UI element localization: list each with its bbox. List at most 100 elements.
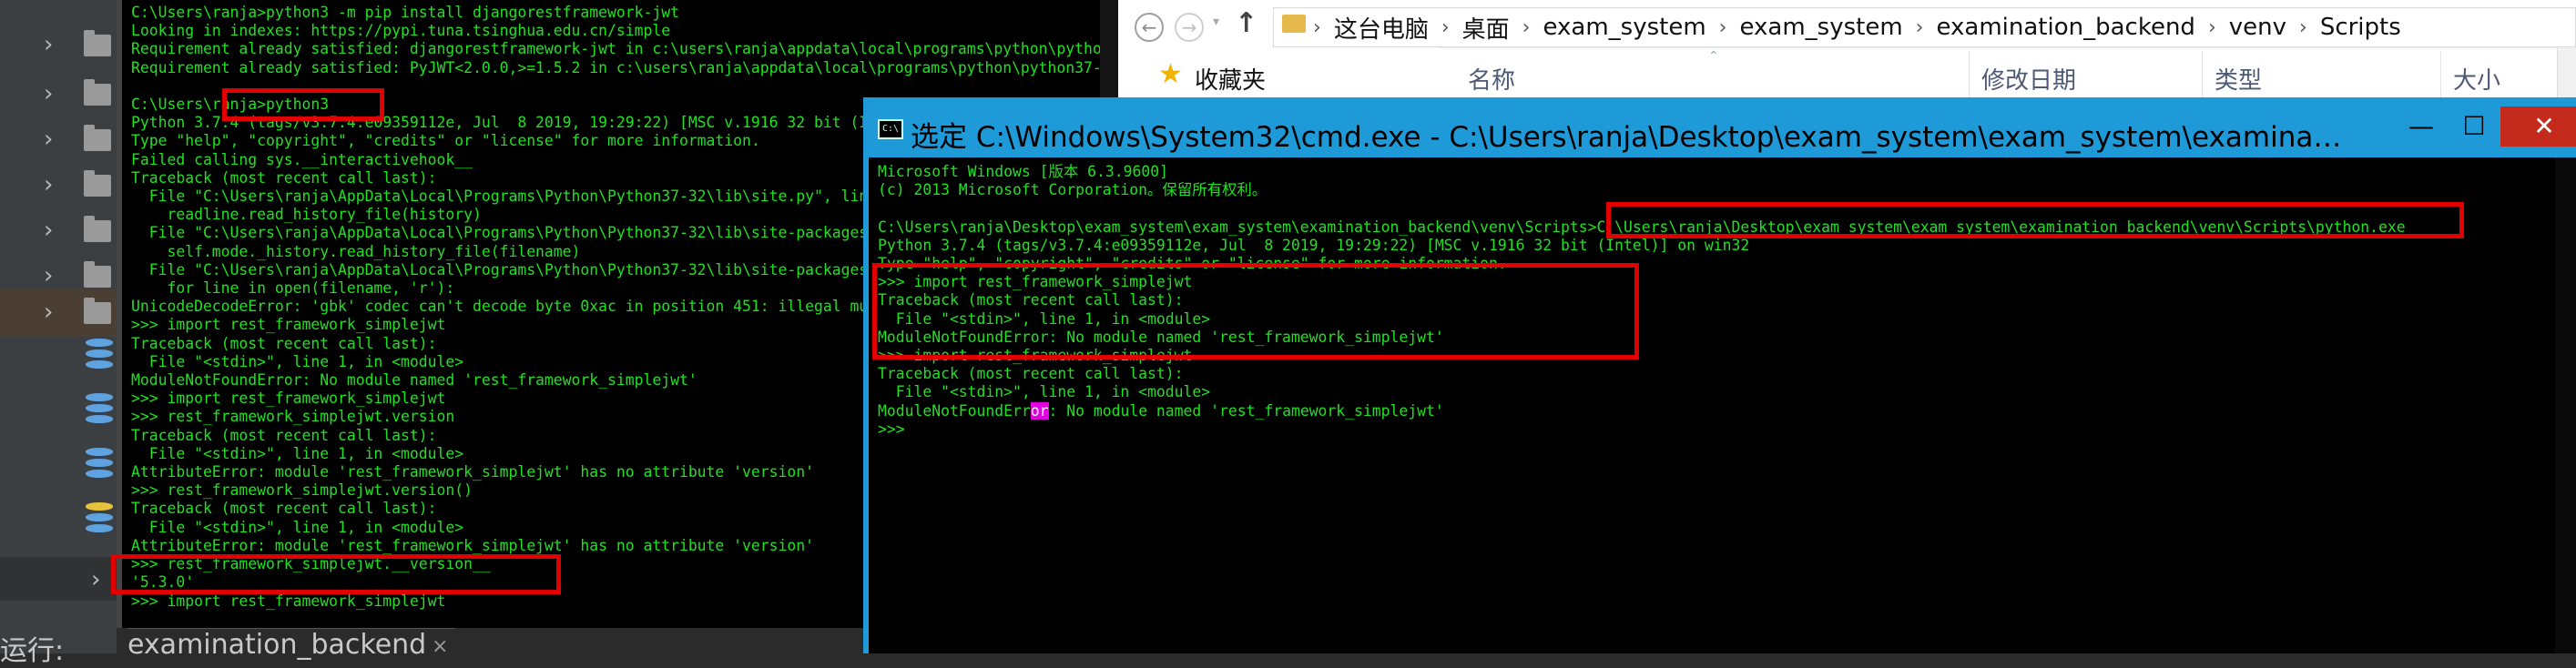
chevron-right-icon[interactable]: › [44,33,60,56]
console-line: Traceback (most recent call last): [131,426,437,444]
folder-icon [84,30,111,56]
folder-icon [1282,15,1306,33]
text-selection[interactable]: or [1030,401,1049,420]
console-line: >>> import rest_framework_simplejwt [131,592,446,610]
chevron-right-icon[interactable]: › [44,127,60,151]
console-line: for line in open(filename, 'r'): [167,279,455,298]
column-header-size[interactable]: 大小 [2453,62,2500,96]
tree-row[interactable]: › [0,71,117,118]
chevron-right-icon[interactable]: › [44,264,60,288]
breadcrumb-separator-icon[interactable]: › [2299,16,2307,39]
tree-row[interactable]: › [0,207,117,255]
breadcrumb-item[interactable]: exam_system [1739,14,1902,41]
database-icon [86,448,113,479]
python-file-icon [86,502,113,533]
column-divider[interactable] [2202,51,2203,100]
console-line: File "<stdin>", line 1, in <module> [148,518,464,536]
database-icon [86,393,113,424]
minimize-button[interactable]: — [2395,106,2448,147]
folder-icon [84,170,111,197]
console-line: >>> rest_framework_simplejwt.version [131,408,455,426]
python-prompt[interactable]: >>> [878,420,905,438]
tree-row[interactable]: › [0,22,117,69]
chevron-down-icon[interactable]: ▾ [1213,15,1219,29]
cmd-window-selected[interactable]: C:\ 选定 C:\Windows\System32\cmd.exe - C:\… [863,97,2576,653]
database-icon [86,339,113,369]
breadcrumb-item[interactable]: exam_system [1543,14,1705,41]
tree-row[interactable]: › [0,116,117,164]
run-tab-examination-backend[interactable]: examination_backend [127,628,455,661]
console-line: readline.read_history_file(history) [167,206,482,224]
console-line: Failed calling sys.__interactivehook__ [131,150,473,168]
console-line: Traceback (most recent call last): [131,168,437,187]
up-arrow-icon[interactable]: ↑ [1235,7,1257,39]
console-line: >>> rest_framework_simplejwt.version() [131,481,473,500]
tree-row-selected[interactable]: › [0,289,117,337]
chevron-right-icon[interactable]: › [44,82,60,106]
breadcrumb-item[interactable]: Scripts [2320,14,2401,41]
console-line: File "<stdin>", line 1, in <module> [148,352,464,370]
close-button[interactable]: ✕ [2500,106,2576,147]
console-line: (c) 2013 Microsoft Corporation。保留所有权利。 [878,181,1268,199]
highlight-box-python-exe-path [1606,202,2464,238]
console-line: Type "help", "copyright", "credits" or "… [131,132,760,150]
console-line: Requirement already satisfied: PyJWT<2.0… [131,58,1118,76]
folder-icon [84,216,111,242]
breadcrumb-separator-icon[interactable]: › [2208,16,2216,39]
breadcrumb-item[interactable]: 桌面 [1462,11,1510,45]
folder-icon [84,79,111,106]
breadcrumb-item[interactable]: venv [2229,14,2286,41]
breadcrumb-item[interactable]: 这台电脑 [1334,11,1429,45]
console-line: Python 3.7.4 (tags/v3.7.4:e09359112e, Ju… [878,236,1750,254]
column-header-type[interactable]: 类型 [2215,62,2262,96]
chevron-right-icon[interactable]: › [44,173,60,197]
breadcrumb-separator-icon[interactable]: › [1441,16,1450,39]
console-line: AttributeError: module 'rest_framework_s… [131,536,814,554]
console-line: >>> import rest_framework_simplejwt [131,390,446,408]
ide-project-panel: › › › › › › › › [0,0,117,653]
console-line: ModuleNotFoundErr [878,401,1031,420]
column-divider[interactable] [2440,51,2441,100]
window-titlebar[interactable]: C:\ 选定 C:\Windows\System32\cmd.exe - C:\… [869,103,2576,157]
back-arrow-icon[interactable]: ← [1135,13,1164,42]
favorites-label[interactable]: 收藏夹 [1195,62,1266,96]
breadcrumb-item[interactable]: examination_backend [1936,14,2194,41]
console-line: AttributeError: module 'rest_framework_s… [131,463,814,481]
console-line: Traceback (most recent call last): [878,365,1184,383]
column-divider[interactable] [1969,51,1970,100]
folder-icon [84,261,111,288]
console-line: File "<stdin>", line 1, in <module> [895,383,1211,401]
breadcrumb-separator-icon[interactable]: › [1313,16,1321,39]
console-line: Looking in indexes: https://pypi.tuna.ts… [131,22,671,40]
console-line: Microsoft Windows [版本 6.3.9600] [878,163,1168,180]
console-scrollbar[interactable] [2555,157,2576,653]
chevron-right-icon[interactable]: › [91,568,107,592]
close-icon[interactable]: × [432,635,448,658]
highlight-box-version-output [111,554,561,594]
folder-icon [84,125,111,151]
console-line: >>> import rest_framework_simplejwt [131,316,446,334]
chevron-right-icon[interactable]: › [44,300,60,324]
breadcrumb[interactable]: › 这台电脑 › 桌面 › exam_system › exam_system › examina… [1313,11,2401,44]
breadcrumb-separator-icon[interactable]: › [1522,16,1531,39]
tree-row[interactable]: › [0,557,117,601]
cmd-icon[interactable]: C:\ [878,119,903,139]
breadcrumb-separator-icon[interactable]: › [1719,16,1727,39]
column-header-name[interactable]: 名称 [1468,62,1515,96]
highlight-box-import-error [872,263,1639,359]
star-icon: ★ [1158,58,1183,90]
tree-row[interactable]: › [0,162,117,209]
console-line: Traceback (most recent call last): [131,334,437,352]
console-line: Requirement already satisfied: djangores… [131,40,1118,58]
console-line: File "<stdin>", line 1, in <module> [148,444,464,462]
forward-arrow-icon[interactable]: → [1175,13,1204,42]
console-line: ModuleNotFoundError: No module named 're… [131,371,697,390]
window-title: 选定 C:\Windows\System32\cmd.exe - C:\User… [911,121,2349,154]
maximize-button[interactable]: ☐ [2448,106,2500,147]
console-line: self.mode._history.read_history_file(fil… [167,242,581,260]
run-panel-label: 运行: [0,635,65,667]
sort-ascending-icon: ⌃ [1708,49,1719,64]
column-header-date[interactable]: 修改日期 [1981,62,2076,96]
chevron-right-icon[interactable]: › [44,218,60,242]
breadcrumb-separator-icon[interactable]: › [1916,16,1924,39]
